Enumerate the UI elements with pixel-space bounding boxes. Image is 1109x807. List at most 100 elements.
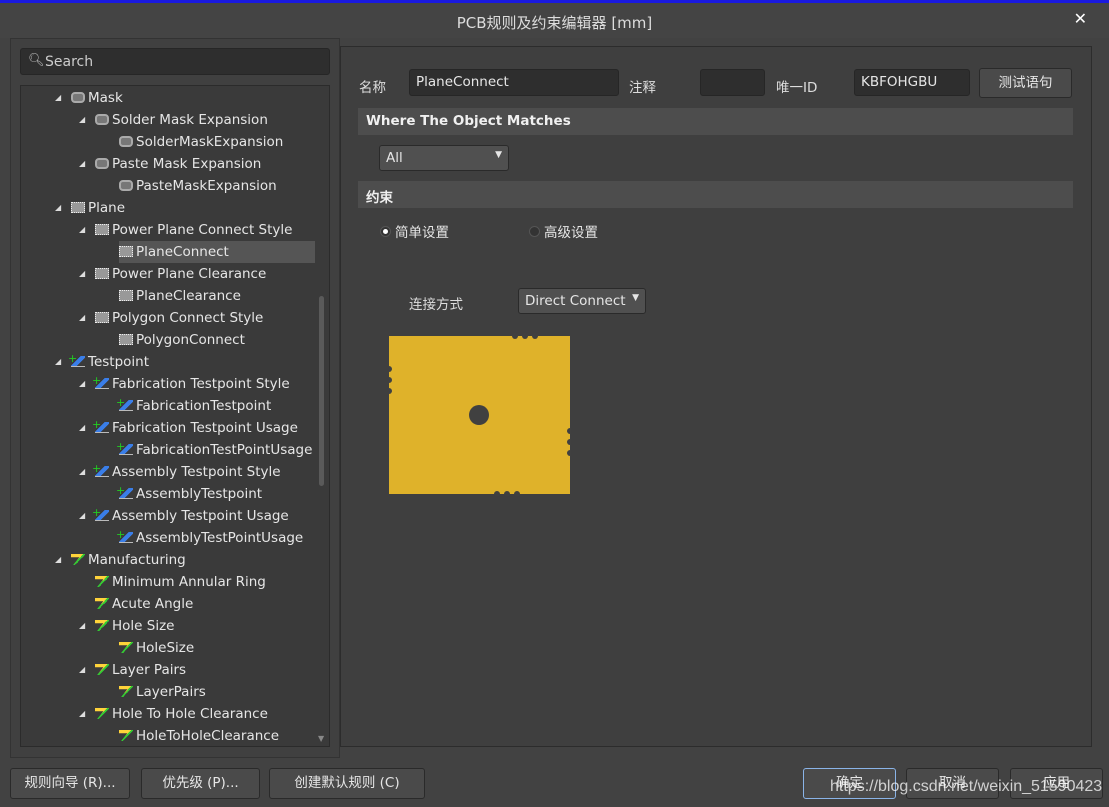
tree-item[interactable]: ◢ Polygon Connect Style <box>79 307 264 329</box>
tree-item-label: Power Plane Clearance <box>112 266 267 282</box>
manufacturing-rule-icon <box>119 642 133 653</box>
test-query-button[interactable]: 测试语句 <box>979 68 1072 98</box>
testpoint-rule-icon <box>116 480 133 502</box>
tree-item-label: Mask <box>88 90 123 106</box>
tree-item-label: Minimum Annular Ring <box>112 574 266 590</box>
tree-item[interactable]: ◢ Paste Mask Expansion <box>79 153 261 175</box>
manufacturing-rule-icon <box>95 708 109 719</box>
tree-item[interactable]: LayerPairs <box>119 681 206 703</box>
tree-item[interactable]: ◢ Hole Size <box>79 615 174 637</box>
tree-item[interactable]: ◢ Mask <box>55 87 123 109</box>
expand-toggle-icon[interactable]: ◢ <box>79 703 85 725</box>
tree-item-label: PasteMaskExpansion <box>136 178 277 194</box>
search-box[interactable]: 🔍︎ <box>20 48 330 75</box>
via-hole <box>469 405 489 425</box>
tree-item-label: Manufacturing <box>88 552 186 568</box>
expand-toggle-icon[interactable]: ◢ <box>55 351 61 373</box>
name-input[interactable]: PlaneConnect <box>409 69 619 96</box>
tree-item[interactable]: PlaneConnect <box>119 241 315 263</box>
simple-mode-radio[interactable]: 简单设置 <box>380 221 449 241</box>
mask-rule-icon <box>95 158 109 169</box>
tree-item[interactable]: Acute Angle <box>95 593 193 615</box>
tree-item[interactable]: ◢ Fabrication Testpoint Usage <box>79 414 298 439</box>
tree-item[interactable]: FabricationTestPointUsage <box>116 436 313 461</box>
connect-style-dropdown[interactable]: Direct Connect ▼ <box>518 288 646 314</box>
testpoint-rule-icon <box>116 524 133 546</box>
expand-toggle-icon[interactable]: ◢ <box>79 373 85 395</box>
expand-toggle-icon[interactable]: ◢ <box>79 659 85 681</box>
expand-toggle-icon[interactable]: ◢ <box>79 153 85 175</box>
scroll-down-arrow[interactable]: ▼ <box>318 734 324 743</box>
tree-item-label: Testpoint <box>88 354 150 370</box>
expand-toggle-icon[interactable]: ◢ <box>79 505 85 527</box>
tree-item[interactable]: PlaneClearance <box>119 285 241 307</box>
tree-item[interactable]: ◢ Power Plane Connect Style <box>79 219 292 241</box>
tree-item[interactable]: Minimum Annular Ring <box>95 571 266 593</box>
manufacturing-rule-icon <box>119 686 133 697</box>
create-default-rules-button[interactable]: 创建默认规则 (C) <box>269 768 425 799</box>
plane-rule-icon <box>119 290 133 301</box>
rule-wizard-button[interactable]: 规则向导 (R)... <box>10 768 130 799</box>
tree-item-label: AssemblyTestPointUsage <box>136 530 304 546</box>
tree-item-label: Polygon Connect Style <box>112 310 264 326</box>
tree-item[interactable]: PolygonConnect <box>119 329 245 351</box>
tree-item-label: PlaneClearance <box>136 288 241 304</box>
scope-dropdown[interactable]: All ▼ <box>379 145 509 171</box>
tree-item-label: LayerPairs <box>136 684 206 700</box>
expand-toggle-icon[interactable]: ◢ <box>55 197 61 219</box>
plane-rule-icon <box>95 312 109 323</box>
plane-rule-icon <box>119 334 133 345</box>
expand-toggle-icon[interactable]: ◢ <box>79 615 85 637</box>
tree-item[interactable]: ◢ Power Plane Clearance <box>79 263 267 285</box>
rule-tree: ◢ Mask ◢ Solder Mask Expansion SolderMaskExp… <box>20 85 330 747</box>
tree-item-label: SolderMaskExpansion <box>136 134 284 150</box>
expand-toggle-icon[interactable]: ◢ <box>79 263 85 285</box>
comment-label: 注释 <box>629 80 656 96</box>
tree-item-label: Layer Pairs <box>112 662 187 678</box>
expand-toggle-icon[interactable]: ◢ <box>55 549 61 571</box>
tree-item-label: FabricationTestPointUsage <box>136 442 313 458</box>
comment-input[interactable] <box>700 69 765 96</box>
manufacturing-rule-icon <box>71 554 85 565</box>
mask-rule-icon <box>119 180 133 191</box>
tree-item[interactable]: FabricationTestpoint <box>116 392 271 417</box>
testpoint-rule-icon <box>92 502 109 524</box>
tree-item-label: Hole To Hole Clearance <box>112 706 268 722</box>
tree-item-label: Plane <box>88 200 126 216</box>
expand-toggle-icon[interactable]: ◢ <box>79 219 85 241</box>
expand-toggle-icon[interactable]: ◢ <box>79 109 85 131</box>
plane-rule-icon <box>95 268 109 279</box>
tree-item[interactable]: PasteMaskExpansion <box>119 175 277 197</box>
tree-item[interactable]: HoleToHoleClearance <box>119 725 279 746</box>
unique-id-label: 唯一ID <box>776 80 818 96</box>
plane-rule-icon <box>119 246 133 257</box>
tree-scrollbar-thumb[interactable] <box>319 296 324 486</box>
expand-toggle-icon[interactable]: ◢ <box>79 461 85 483</box>
chevron-down-icon: ▼ <box>495 150 502 160</box>
unique-id-input[interactable]: KBFOHGBU <box>854 69 970 96</box>
expand-toggle-icon[interactable]: ◢ <box>79 307 85 329</box>
tree-item[interactable]: ◢ Layer Pairs <box>79 659 187 681</box>
plane-rule-icon <box>95 224 109 235</box>
connect-style-label: 连接方式 <box>409 297 463 313</box>
scope-value: All <box>386 150 403 166</box>
tree-item[interactable]: ◢ Plane <box>55 197 126 219</box>
tree-item[interactable]: HoleSize <box>119 637 194 659</box>
name-label: 名称 <box>359 80 386 96</box>
priorities-button[interactable]: 优先级 (P)... <box>141 768 260 799</box>
expand-toggle-icon[interactable]: ◢ <box>55 87 61 109</box>
tree-item[interactable]: ◢ Hole To Hole Clearance <box>79 703 268 725</box>
advanced-mode-radio[interactable]: 高级设置 <box>529 221 598 241</box>
tree-item[interactable]: ◢ Solder Mask Expansion <box>79 109 268 131</box>
tree-item[interactable]: AssemblyTestpoint <box>116 480 262 505</box>
tree-item[interactable]: ◢ Manufacturing <box>55 549 186 571</box>
close-icon[interactable]: ✕ <box>1074 9 1087 28</box>
expand-toggle-icon[interactable]: ◢ <box>79 417 85 439</box>
search-input[interactable] <box>45 52 315 72</box>
tree-item[interactable]: SolderMaskExpansion <box>119 131 283 153</box>
tree-item-label: Fabrication Testpoint Usage <box>112 420 298 436</box>
tree-item[interactable]: ◢ Testpoint <box>55 348 150 373</box>
tree-item[interactable]: AssemblyTestPointUsage <box>116 524 304 549</box>
tree-item-label: Solder Mask Expansion <box>112 112 268 128</box>
simple-mode-label: 简单设置 <box>395 225 449 241</box>
